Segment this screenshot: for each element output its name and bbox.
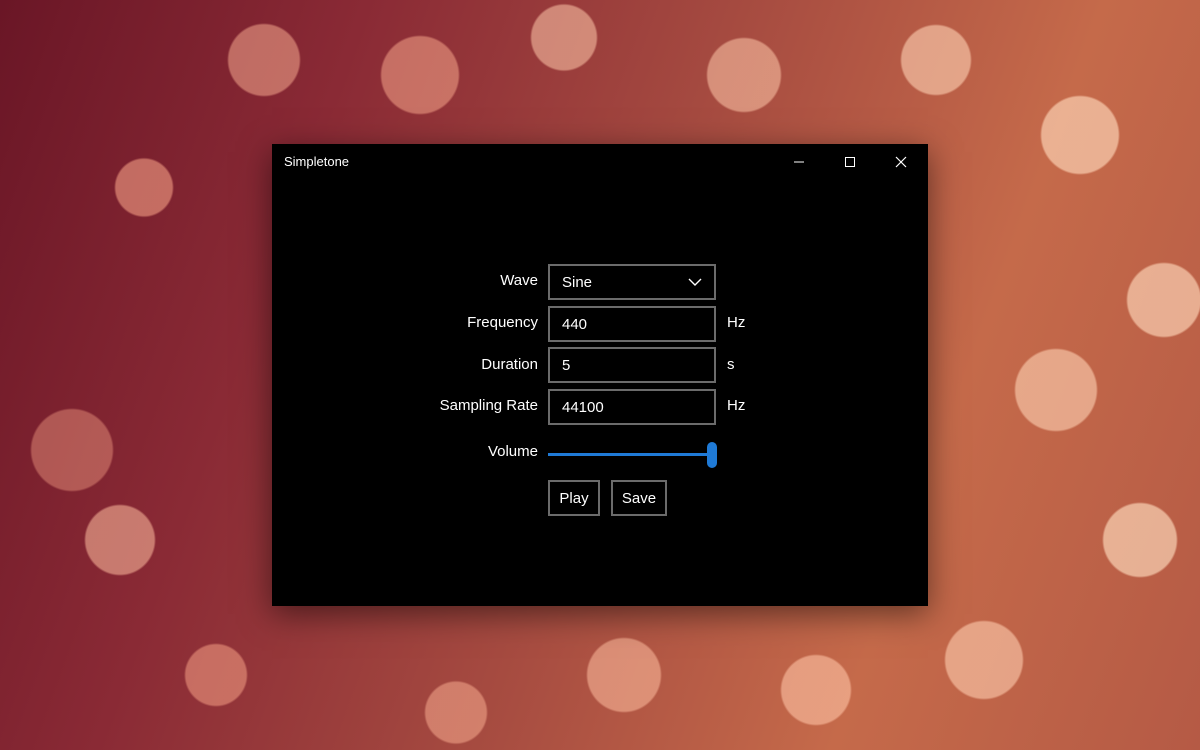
minimize-icon [794, 161, 804, 163]
minimize-button[interactable] [776, 144, 822, 180]
sampling-rate-label: Sampling Rate [439, 397, 538, 414]
window-title: Simpletone [284, 154, 350, 169]
duration-label: Duration [481, 356, 538, 373]
app-window: Simpletone Wave Sine Frequency 440 Hz Du… [272, 144, 928, 606]
duration-unit: s [727, 356, 735, 373]
duration-value: 5 [562, 356, 571, 374]
wave-selected-value: Sine [562, 273, 593, 291]
sampling-rate-input[interactable]: 44100 [548, 389, 716, 425]
title-bar[interactable]: Simpletone [272, 144, 928, 180]
play-button[interactable]: Play [548, 480, 600, 516]
frequency-value: 440 [562, 315, 588, 333]
duration-input[interactable]: 5 [548, 347, 716, 383]
save-button[interactable]: Save [611, 480, 667, 516]
sampling-rate-unit: Hz [727, 397, 746, 414]
sampling-rate-value: 44100 [562, 398, 604, 416]
desktop-background: Simpletone Wave Sine Frequency 440 Hz Du… [0, 0, 1200, 750]
close-icon [895, 156, 907, 168]
maximize-button[interactable] [827, 144, 873, 180]
maximize-icon [845, 157, 855, 167]
volume-slider-thumb[interactable] [707, 442, 717, 468]
wave-label: Wave [500, 272, 538, 289]
close-button[interactable] [878, 144, 924, 180]
frequency-input[interactable]: 440 [548, 306, 716, 342]
frequency-label: Frequency [467, 314, 538, 331]
chevron-down-icon [688, 278, 702, 286]
volume-label: Volume [487, 443, 538, 460]
frequency-unit: Hz [727, 314, 746, 331]
volume-slider-track[interactable] [548, 453, 712, 456]
wave-dropdown[interactable]: Sine [548, 264, 716, 300]
